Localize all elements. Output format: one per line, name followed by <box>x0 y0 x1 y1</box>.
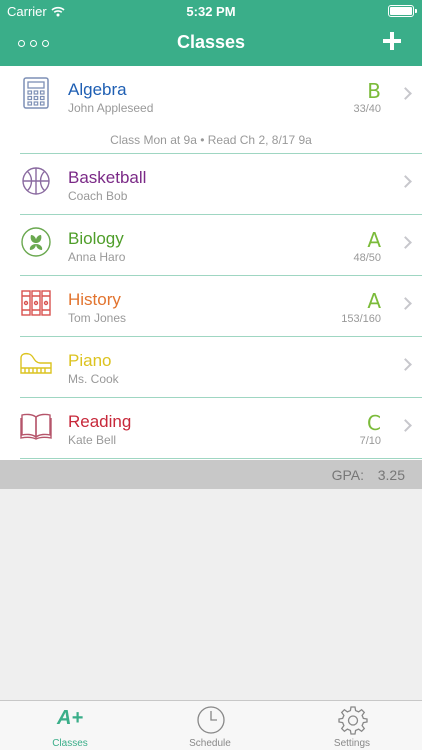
empty-area <box>0 489 422 700</box>
class-name: Biology <box>68 229 124 248</box>
points-score: 48/50 <box>353 252 381 264</box>
points-score: 7/10 <box>359 435 381 447</box>
chevron-right-icon <box>399 358 412 371</box>
points-score: 153/160 <box>341 313 381 325</box>
clock-icon <box>197 706 225 734</box>
gpa-label: GPA: <box>331 467 364 483</box>
teacher-name: Kate Bell <box>68 433 117 447</box>
status-time: 5:32 PM <box>186 4 236 19</box>
tab-classes[interactable]: A+ Classes <box>0 701 140 750</box>
piano-icon <box>20 352 52 374</box>
basketball-icon <box>22 167 50 195</box>
leaf-icon <box>21 227 51 257</box>
tab-label: Classes <box>52 738 88 749</box>
books-icon <box>21 290 51 316</box>
teacher-name: John Appleseed <box>68 101 154 115</box>
calculator-icon <box>23 77 49 109</box>
chevron-right-icon <box>399 87 412 100</box>
chevron-right-icon <box>399 419 412 432</box>
tab-bar: A+ Classes Schedule Settings <box>0 700 422 750</box>
chevron-right-icon <box>399 236 412 249</box>
tab-label: Schedule <box>189 738 231 749</box>
gear-icon <box>338 706 368 735</box>
teacher-name: Ms. Cook <box>68 372 119 386</box>
tab-schedule[interactable]: Schedule <box>140 701 280 750</box>
class-row-basketball[interactable]: Basketball Coach Bob <box>20 154 422 215</box>
gpa-value: 3.25 <box>377 467 405 483</box>
chevron-right-icon <box>399 297 412 310</box>
grade-badge: A <box>367 228 381 252</box>
class-row-history[interactable]: History Tom Jones A 153/160 <box>20 276 422 337</box>
a-plus-icon: A+ <box>56 707 84 729</box>
class-row-piano[interactable]: Piano Ms. Cook <box>20 337 422 398</box>
tab-label: Settings <box>333 738 371 749</box>
teacher-name: Coach Bob <box>68 189 128 203</box>
class-list: Algebra John Appleseed B 33/40 Class Mon… <box>0 66 422 459</box>
class-name: Basketball <box>68 168 147 187</box>
page-title: Classes <box>176 32 246 52</box>
status-bar: Carrier 5:32 PM <box>0 0 422 22</box>
navigation-header: Carrier 5:32 PM Classes <box>0 0 422 66</box>
open-book-icon <box>20 413 52 440</box>
points-score: 33/40 <box>353 103 381 115</box>
gpa-footer: GPA: 3.25 <box>0 460 422 489</box>
class-name: History <box>68 290 121 309</box>
plus-icon[interactable] <box>382 30 402 52</box>
grade-badge: C <box>367 411 381 435</box>
grade-badge: A <box>367 289 381 313</box>
class-name: Algebra <box>68 80 127 99</box>
teacher-name: Tom Jones <box>68 311 127 325</box>
battery-icon <box>388 5 417 17</box>
chevron-right-icon <box>399 175 412 188</box>
class-row-algebra[interactable]: Algebra John Appleseed B 33/40 <box>20 66 422 126</box>
class-row-biology[interactable]: Biology Anna Haro A 48/50 <box>20 215 422 276</box>
class-name: Piano <box>68 351 112 370</box>
grade-badge: B <box>367 79 381 103</box>
class-name: Reading <box>68 412 132 431</box>
class-row-reading[interactable]: Reading Kate Bell C 7/10 <box>20 398 422 459</box>
teacher-name: Anna Haro <box>68 250 126 264</box>
class-note: Class Mon at 9a • Read Ch 2, 8/17 9a <box>20 126 422 154</box>
tab-settings[interactable]: Settings <box>282 701 422 750</box>
